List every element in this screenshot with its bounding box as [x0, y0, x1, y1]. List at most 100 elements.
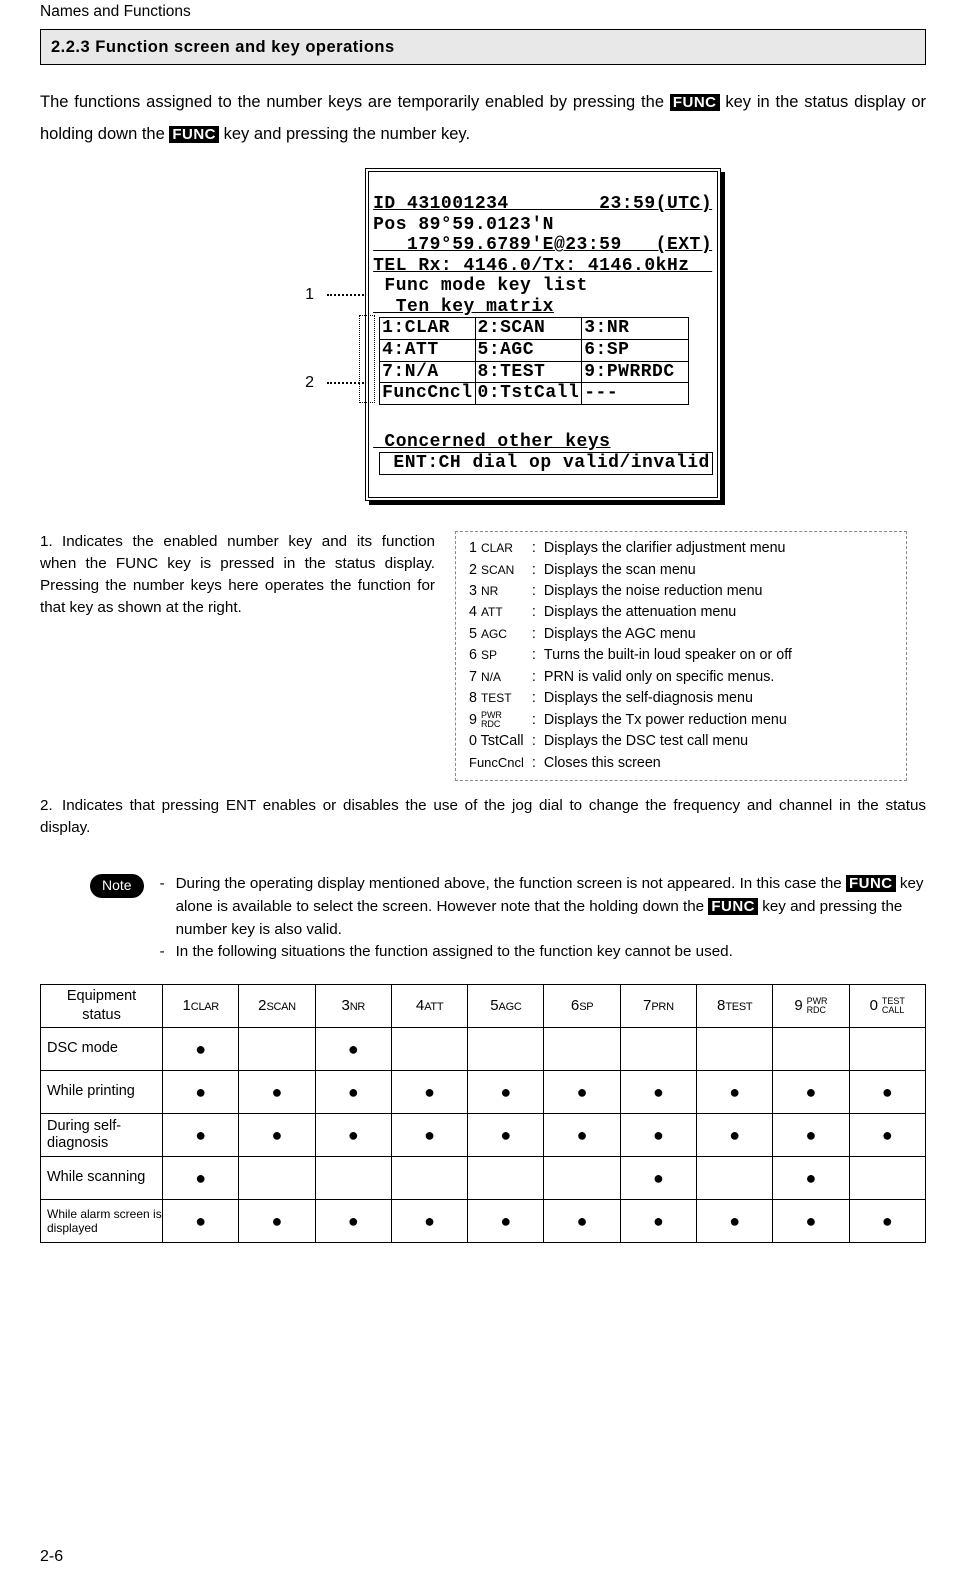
fn-desc: Displays the DSC test call menu: [541, 731, 795, 752]
status-cell: ●: [849, 1071, 925, 1114]
status-cell: [239, 1157, 315, 1200]
status-head-col: 0 TESTCALL: [849, 985, 925, 1028]
function-list-box: 1 CLAR:Displays the clarifier adjustment…: [455, 531, 907, 781]
lcd-figure: 1 2 ID 431001234 23:59(UTC) Pos 89°59.01…: [40, 168, 926, 501]
status-cell: [239, 1028, 315, 1071]
fn-key: 3 NR: [466, 581, 527, 602]
intro-text-3: key and pressing the number key.: [219, 125, 470, 143]
status-table: Equipmentstatus1CLAR2SCAN3NR4ATT5AGC6SP7…: [40, 984, 926, 1243]
fn-key: FuncCncl: [466, 753, 527, 774]
status-cell: ●: [315, 1071, 391, 1114]
status-head-col: 9 PWRRDC: [773, 985, 849, 1028]
status-cell: ●: [620, 1114, 696, 1157]
status-cell: ●: [163, 1200, 239, 1243]
lcd-cell: 7:N/A: [380, 361, 475, 383]
status-cell: [544, 1028, 620, 1071]
status-cell: ●: [620, 1157, 696, 1200]
status-cell: ●: [315, 1200, 391, 1243]
status-cell: ●: [315, 1028, 391, 1071]
status-cell: ●: [773, 1071, 849, 1114]
status-cell: ●: [163, 1157, 239, 1200]
func-key-4: FUNC: [708, 898, 758, 915]
status-cell: [391, 1028, 467, 1071]
func-key-1: FUNC: [670, 94, 720, 111]
explanation-columns: 1.Indicates the enabled number key and i…: [40, 531, 926, 781]
status-cell: [620, 1028, 696, 1071]
status-cell: ●: [620, 1200, 696, 1243]
lcd-key-matrix: 1:CLAR 2:SCAN 3:NR 4:ATT 5:AGC 6:SP 7:N/…: [379, 317, 689, 404]
status-cell: ●: [163, 1071, 239, 1114]
lcd-cell: 3:NR: [582, 318, 689, 340]
status-cell: [697, 1157, 773, 1200]
lcd-line-concerned: Concerned other keys: [373, 432, 610, 452]
fn-desc: Turns the built-in loud speaker on or of…: [541, 645, 795, 666]
status-cell: ●: [239, 1071, 315, 1114]
lcd-ent-box: ENT:CH dial op valid/invalid: [379, 452, 713, 475]
lcd-cell: 1:CLAR: [380, 318, 475, 340]
status-row-label: During self-diagnosis: [41, 1114, 163, 1157]
fn-desc: Displays the Tx power reduction menu: [541, 710, 795, 731]
fn-key: 4 ATT: [466, 602, 527, 623]
item-2-text: Indicates that pressing ENT enables or d…: [40, 797, 926, 836]
status-row: While alarm screen is displayed●●●●●●●●●…: [41, 1200, 926, 1243]
lcd-line-tenkey: Ten key matrix: [373, 297, 554, 317]
callout-1: 1: [305, 284, 314, 306]
lcd-cell: 9:PWRRDC: [582, 361, 689, 383]
note-pill: Note: [90, 874, 144, 898]
status-cell: ●: [544, 1114, 620, 1157]
fn-desc: Displays the noise reduction menu: [541, 581, 795, 602]
status-cell: ●: [697, 1114, 773, 1157]
status-cell: ●: [468, 1071, 544, 1114]
status-cell: [391, 1157, 467, 1200]
fn-key: 0 TstCall: [466, 731, 527, 752]
fn-key: 8 TEST: [466, 688, 527, 709]
function-list: 1 CLAR:Displays the clarifier adjustment…: [466, 538, 795, 774]
status-head-col: 7PRN: [620, 985, 696, 1028]
status-cell: ●: [849, 1114, 925, 1157]
status-cell: ●: [773, 1157, 849, 1200]
item-2-number: 2.: [40, 795, 62, 817]
status-cell: ●: [163, 1114, 239, 1157]
fn-desc: Displays the AGC menu: [541, 624, 795, 645]
status-cell: [849, 1157, 925, 1200]
status-cell: [468, 1157, 544, 1200]
status-cell: ●: [773, 1114, 849, 1157]
item-2: 2.Indicates that pressing ENT enables or…: [40, 795, 926, 839]
status-cell: ●: [391, 1071, 467, 1114]
status-row: While scanning●●●: [41, 1157, 926, 1200]
lcd-line-pos2: 179°59.6789'E@23:59 (EXT): [373, 235, 712, 255]
lcd-cell: FuncCncl: [380, 383, 475, 405]
status-row-label: DSC mode: [41, 1028, 163, 1071]
status-head-col: 4ATT: [391, 985, 467, 1028]
status-cell: ●: [391, 1200, 467, 1243]
status-table-head-row: Equipmentstatus1CLAR2SCAN3NR4ATT5AGC6SP7…: [41, 985, 926, 1028]
status-cell: ●: [239, 1200, 315, 1243]
lcd-cell: 4:ATT: [380, 340, 475, 362]
status-cell: ●: [391, 1114, 467, 1157]
status-cell: [697, 1028, 773, 1071]
lcd-cell: 2:SCAN: [475, 318, 582, 340]
status-row: DSC mode●●: [41, 1028, 926, 1071]
status-cell: ●: [697, 1071, 773, 1114]
section-title: 2.2.3 Function screen and key operations: [40, 29, 926, 65]
status-cell: [468, 1028, 544, 1071]
note-block: Note -During the operating display menti…: [90, 873, 926, 964]
fn-desc: Displays the attenuation menu: [541, 602, 795, 623]
status-cell: ●: [315, 1114, 391, 1157]
status-head-col: 3NR: [315, 985, 391, 1028]
status-cell: [544, 1157, 620, 1200]
status-head-col: 8TEST: [697, 985, 773, 1028]
fn-desc: Closes this screen: [541, 753, 795, 774]
status-cell: ●: [849, 1200, 925, 1243]
item-1-number: 1.: [40, 531, 62, 553]
item-1: 1.Indicates the enabled number key and i…: [40, 531, 435, 619]
lcd-line-id: ID 431001234 23:59(UTC): [373, 194, 712, 214]
status-row: During self-diagnosis●●●●●●●●●●: [41, 1114, 926, 1157]
lcd-cell: 5:AGC: [475, 340, 582, 362]
func-key-3: FUNC: [846, 875, 896, 892]
fn-key: 7 N/A: [466, 667, 527, 688]
status-cell: [849, 1028, 925, 1071]
note-2: In the following situations the function…: [176, 941, 733, 964]
status-cell: ●: [468, 1114, 544, 1157]
status-head-equipment: Equipmentstatus: [41, 985, 163, 1028]
